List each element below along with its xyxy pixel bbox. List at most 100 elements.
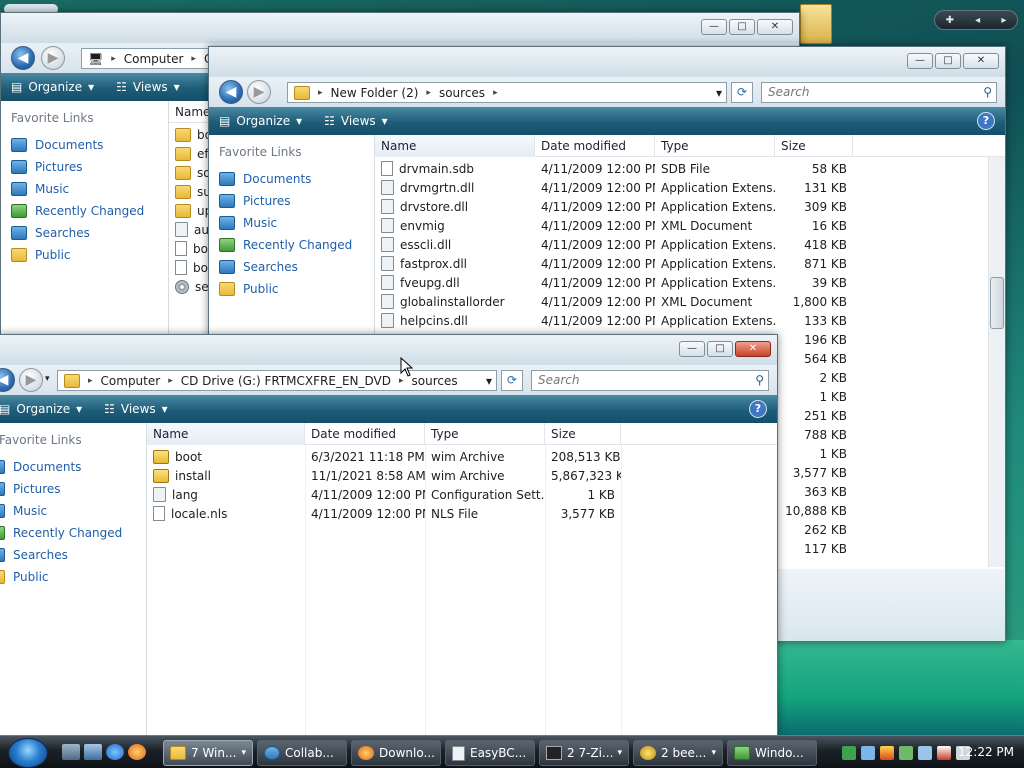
address-dropdown-icon[interactable]: ▾	[486, 374, 492, 388]
table-row[interactable]: fveupg.dll 4/11/2009 12:00 PM Application …	[375, 273, 1005, 292]
table-row[interactable]: boot 6/3/2021 11:18 PM wim Archive 208,513 …	[147, 447, 777, 466]
taskbar-item-7zip[interactable]: 2 7-Zi... ▾	[539, 740, 629, 766]
sidebar-item-music[interactable]: Music	[219, 212, 374, 234]
sidebar-item-pictures[interactable]: Pictures	[11, 156, 168, 178]
column-type[interactable]: Type	[425, 423, 545, 445]
sidebar-item-recently-changed[interactable]: Recently Changed	[0, 522, 146, 544]
organize-button[interactable]: ▤ Organize ▾	[11, 80, 94, 94]
organize-button[interactable]: ▤ Organize ▾	[219, 114, 302, 128]
sidebar-item-pictures[interactable]: Pictures	[0, 478, 146, 500]
column-size[interactable]: Size	[545, 423, 621, 445]
minimize-button[interactable]: —	[679, 341, 705, 357]
sidebar-item-searches[interactable]: Searches	[11, 222, 168, 244]
close-button[interactable]: ✕	[963, 53, 999, 69]
table-row[interactable]: drvstore.dll 4/11/2009 12:00 PM Applicatio…	[375, 197, 1005, 216]
views-button[interactable]: ☷ Views ▾	[324, 114, 388, 128]
breadcrumb-item[interactable]: sources	[412, 374, 458, 388]
column-type[interactable]: Type	[655, 135, 775, 157]
search-input[interactable]: Search ⚲	[531, 370, 769, 391]
help-button[interactable]: ?	[977, 112, 995, 130]
forward-button[interactable]: ▶	[19, 368, 43, 392]
title-bar[interactable]: — □ ✕	[0, 335, 777, 365]
minimize-button[interactable]: —	[701, 19, 727, 35]
taskbar-item-downloads[interactable]: Downlo...	[351, 740, 441, 766]
table-row[interactable]: drvmain.sdb 4/11/2009 12:00 PM SDB File 58 …	[375, 159, 1005, 178]
tray-green-icon[interactable]	[842, 746, 856, 760]
clock[interactable]: 12:22 PM	[958, 745, 1014, 759]
forward-button[interactable]: ▶	[41, 46, 65, 70]
address-bar[interactable]: ▸ Computer ▸ CD Drive (G:) FRTMCXFRE_EN_…	[57, 370, 497, 391]
taskbar-item-bee[interactable]: 2 bee... ▾	[633, 740, 723, 766]
sidebar-item-recently-changed[interactable]: Recently Changed	[219, 234, 374, 256]
organize-button[interactable]: ▤ Organize ▾	[0, 402, 82, 416]
taskbar-item-windows-explorer[interactable]: 7 Win... ▾	[163, 740, 253, 766]
table-row[interactable]: esscli.dll 4/11/2009 12:00 PM Application …	[375, 235, 1005, 254]
back-button[interactable]: ◀	[0, 368, 15, 392]
table-row[interactable]: locale.nls 4/11/2009 12:00 PM NLS File 3,57…	[147, 504, 777, 523]
sidebar-item-music[interactable]: Music	[0, 500, 146, 522]
sidebar-item-searches[interactable]: Searches	[219, 256, 374, 278]
address-bar[interactable]: 🖥 ▸ Computer ▸ C	[81, 48, 221, 69]
sidebar-item-public[interactable]: Public	[11, 244, 168, 266]
sidebar-item-documents[interactable]: Documents	[219, 168, 374, 190]
breadcrumb-item[interactable]: Computer	[101, 374, 161, 388]
search-input[interactable]: Search ⚲	[761, 82, 997, 103]
column-date-modified[interactable]: Date modified	[305, 423, 425, 445]
sidebar-item-documents[interactable]: Documents	[0, 456, 146, 478]
maximize-button[interactable]: □	[729, 19, 755, 35]
next-icon[interactable]: ▸	[1001, 15, 1006, 26]
breadcrumb-item[interactable]: sources	[439, 86, 485, 100]
tray-display-icon[interactable]	[918, 746, 932, 760]
table-row[interactable]: lang 4/11/2009 12:00 PM Configuration Sett…	[147, 485, 777, 504]
sidebar-item-public[interactable]: Public	[219, 278, 374, 300]
views-button[interactable]: ☷ Views ▾	[104, 402, 168, 416]
column-date-modified[interactable]: Date modified	[535, 135, 655, 157]
sidebar-item-music[interactable]: Music	[11, 178, 168, 200]
column-name[interactable]: Name	[375, 135, 535, 157]
close-button[interactable]: ✕	[757, 19, 793, 35]
add-gadget-icon[interactable]: ✚	[946, 15, 954, 26]
help-button[interactable]: ?	[749, 400, 767, 418]
close-button[interactable]: ✕	[735, 341, 771, 357]
recent-pages-icon[interactable]: ▾	[45, 374, 50, 384]
show-desktop-icon[interactable]	[62, 744, 80, 760]
refresh-button[interactable]: ⟳	[501, 370, 523, 391]
breadcrumb-item[interactable]: Computer	[124, 52, 184, 66]
sidebar-gadget-controls[interactable]: ✚ ◂ ▸	[934, 10, 1018, 30]
breadcrumb-item[interactable]: CD Drive (G:) FRTMCXFRE_EN_DVD	[181, 374, 391, 388]
table-row[interactable]: globalinstallorder 4/11/2009 12:00 PM XML …	[375, 292, 1005, 311]
column-name[interactable]: Name	[147, 423, 305, 445]
scrollbar-thumb[interactable]	[990, 277, 1004, 329]
internet-explorer-icon[interactable]	[106, 744, 124, 760]
taskbar-item-collab[interactable]: Collab...	[257, 740, 347, 766]
forward-button[interactable]: ▶	[247, 80, 271, 104]
title-bar[interactable]: — □ ✕	[209, 47, 1005, 77]
table-row[interactable]: envmig 4/11/2009 12:00 PM XML Document 16 K…	[375, 216, 1005, 235]
tray-app-icon[interactable]	[899, 746, 913, 760]
vertical-scrollbar[interactable]	[988, 157, 1005, 567]
taskbar-item-windows[interactable]: Windo...	[727, 740, 817, 766]
table-row[interactable]: helpcins.dll 4/11/2009 12:00 PM Applicatio…	[375, 311, 1005, 330]
back-button[interactable]: ◀	[11, 46, 35, 70]
table-row[interactable]: install 11/1/2021 8:58 AM wim Archive 5,867…	[147, 466, 777, 485]
views-button[interactable]: ☷ Views ▾	[116, 80, 180, 94]
switch-windows-icon[interactable]	[84, 744, 102, 760]
back-button[interactable]: ◀	[219, 80, 243, 104]
sidebar-item-pictures[interactable]: Pictures	[219, 190, 374, 212]
sidebar-item-searches[interactable]: Searches	[0, 544, 146, 566]
firefox-icon[interactable]	[128, 744, 146, 760]
volume-muted-icon[interactable]	[937, 746, 951, 760]
maximize-button[interactable]: □	[935, 53, 961, 69]
column-size[interactable]: Size	[775, 135, 853, 157]
refresh-button[interactable]: ⟳	[731, 82, 753, 103]
table-row[interactable]: fastprox.dll 4/11/2009 12:00 PM Applicatio…	[375, 254, 1005, 273]
prev-icon[interactable]: ◂	[975, 15, 980, 26]
sidebar-item-public[interactable]: Public	[0, 566, 146, 588]
breadcrumb-item[interactable]: New Folder (2)	[331, 86, 419, 100]
minimize-button[interactable]: —	[907, 53, 933, 69]
desktop-folder-icon[interactable]	[800, 4, 832, 44]
address-dropdown-icon[interactable]: ▾	[716, 86, 722, 100]
sidebar-item-documents[interactable]: Documents	[11, 134, 168, 156]
title-bar[interactable]: — □ ✕	[1, 13, 799, 43]
tray-network-icon[interactable]	[861, 746, 875, 760]
